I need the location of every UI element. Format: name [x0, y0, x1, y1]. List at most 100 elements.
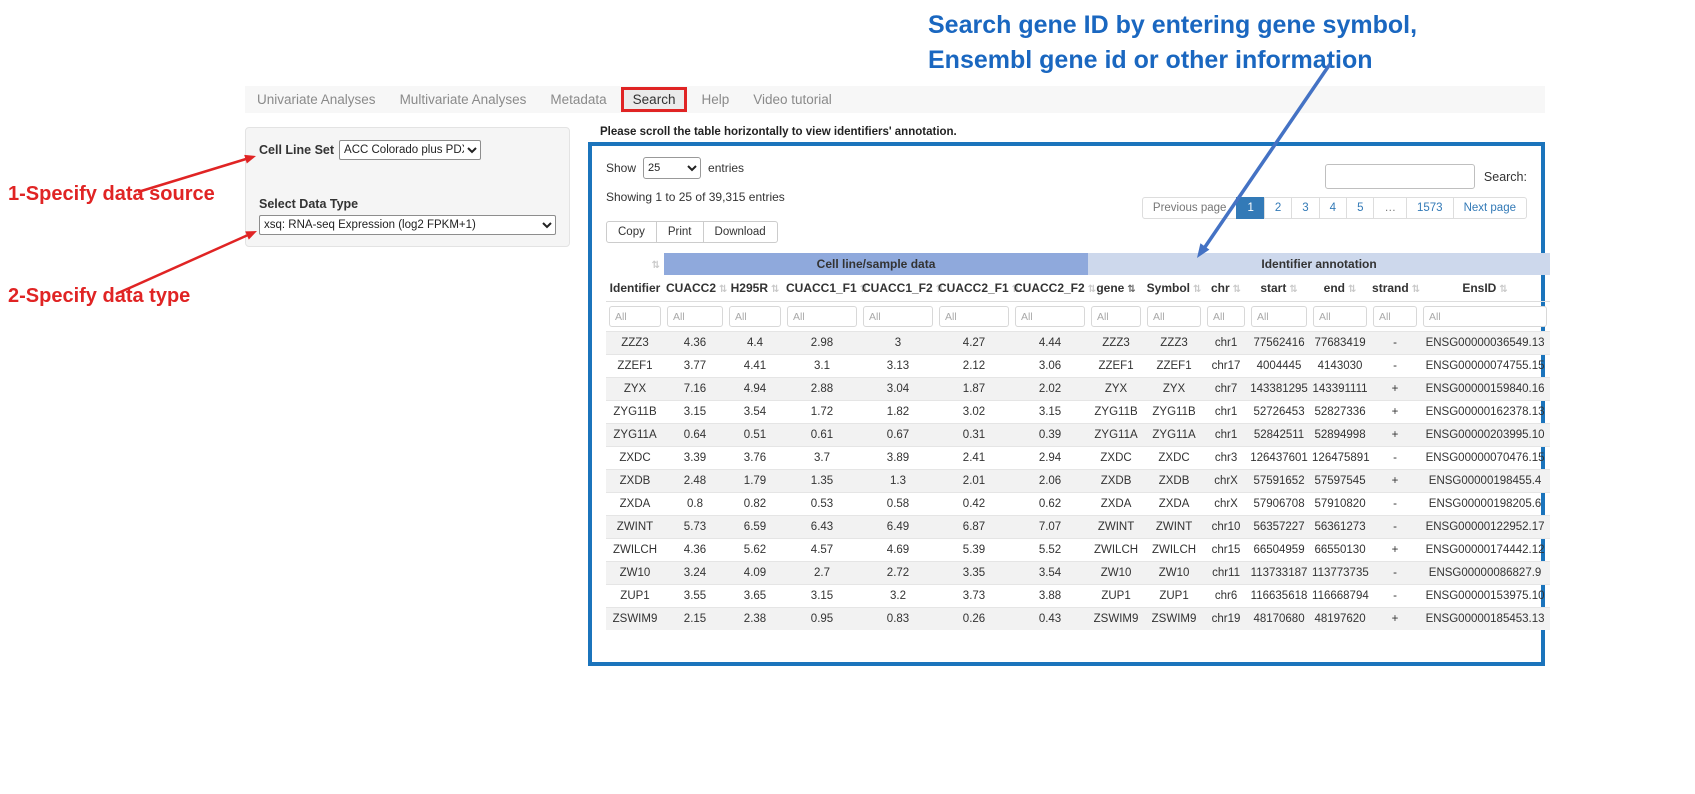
nav-tab-help[interactable]: Help	[689, 87, 741, 112]
filter-input-symbol[interactable]	[1147, 306, 1201, 327]
table-cell: 0.53	[784, 493, 860, 516]
nav-tab-multivariate-analyses[interactable]: Multivariate Analyses	[388, 87, 539, 112]
download-button[interactable]: Download	[703, 221, 778, 243]
page-button-4[interactable]: 4	[1319, 197, 1347, 219]
filter-input-chr[interactable]	[1207, 306, 1245, 327]
column-header-end[interactable]: end⇅	[1310, 275, 1370, 302]
table-row-zyg11a[interactable]: ZYG11A0.640.510.610.670.310.39ZYG11AZYG1…	[606, 424, 1550, 447]
column-header-cuacc1-f1[interactable]: CUACC1_F1⇅	[784, 275, 860, 302]
column-header-symbol[interactable]: Symbol⇅	[1144, 275, 1204, 302]
table-row-zxdc[interactable]: ZXDC3.393.763.73.892.412.94ZXDCZXDCchr31…	[606, 447, 1550, 470]
table-cell: ENSG00000070476.15	[1420, 447, 1550, 470]
print-button[interactable]: Print	[656, 221, 704, 243]
table-cell: 3.39	[664, 447, 726, 470]
column-header-strand[interactable]: strand⇅	[1370, 275, 1420, 302]
table-search-input[interactable]	[1325, 164, 1475, 189]
column-header-start[interactable]: start⇅	[1248, 275, 1310, 302]
filter-input-cuacc2-f2[interactable]	[1015, 306, 1085, 327]
filter-input-start[interactable]	[1251, 306, 1307, 327]
filter-input-gene[interactable]	[1091, 306, 1141, 327]
table-row-zzef1[interactable]: ZZEF13.774.413.13.132.123.06ZZEF1ZZEF1ch…	[606, 355, 1550, 378]
table-row-zzz3[interactable]: ZZZ34.364.42.9834.274.44ZZZ3ZZZ3chr17756…	[606, 332, 1550, 355]
table-cell: chr3	[1204, 447, 1248, 470]
table-cell: 7.07	[1012, 516, 1088, 539]
column-header-h295r[interactable]: H295R⇅	[726, 275, 784, 302]
cell-line-set-select[interactable]: ACC Colorado plus PDX	[339, 140, 481, 160]
page-length-select[interactable]: 25	[643, 157, 701, 179]
page-button-2[interactable]: 2	[1264, 197, 1292, 219]
page-button-5[interactable]: 5	[1346, 197, 1374, 219]
table-row-zup1[interactable]: ZUP13.553.653.153.23.733.88ZUP1ZUP1chr61…	[606, 585, 1550, 608]
column-header-cuacc2-f2[interactable]: CUACC2_F2⇅	[1012, 275, 1088, 302]
data-type-select[interactable]: xsq: RNA-seq Expression (log2 FPKM+1)	[259, 215, 556, 235]
filter-input-cuacc1-f1[interactable]	[787, 306, 857, 327]
table-cell: 0.64	[664, 424, 726, 447]
table-cell: 4.36	[664, 332, 726, 355]
filter-input-identifier[interactable]	[609, 306, 661, 327]
table-cell: 6.59	[726, 516, 784, 539]
table-cell: 3.73	[936, 585, 1012, 608]
table-row-zxda[interactable]: ZXDA0.80.820.530.580.420.62ZXDAZXDAchrX5…	[606, 493, 1550, 516]
filter-cell-start	[1248, 302, 1310, 332]
nav-tab-video-tutorial[interactable]: Video tutorial	[741, 87, 844, 112]
table-cell: chr19	[1204, 608, 1248, 631]
table-cell: ZXDB	[1088, 470, 1144, 493]
table-cell: 2.02	[1012, 378, 1088, 401]
sort-icon: ⇅	[1193, 284, 1201, 295]
table-cell: 0.82	[726, 493, 784, 516]
column-header-cuacc1-f2[interactable]: CUACC1_F2⇅	[860, 275, 936, 302]
table-cell: ZYG11A	[1088, 424, 1144, 447]
filter-input-ensid[interactable]	[1423, 306, 1547, 327]
table-cell: chrX	[1204, 470, 1248, 493]
table-cell: chr10	[1204, 516, 1248, 539]
filter-input-end[interactable]	[1313, 306, 1367, 327]
table-row-zyg11b[interactable]: ZYG11B3.153.541.721.823.023.15ZYG11BZYG1…	[606, 401, 1550, 424]
table-row-zw10[interactable]: ZW103.244.092.72.723.353.54ZW10ZW10chr11…	[606, 562, 1550, 585]
copy-button[interactable]: Copy	[606, 221, 657, 243]
nav-tab-search[interactable]: Search	[621, 87, 688, 112]
table-cell: 3.06	[1012, 355, 1088, 378]
filter-input-h295r[interactable]	[729, 306, 781, 327]
table-cell: 0.61	[784, 424, 860, 447]
table-row-zswim9[interactable]: ZSWIM92.152.380.950.830.260.43ZSWIM9ZSWI…	[606, 608, 1550, 631]
page-button-3[interactable]: 3	[1291, 197, 1319, 219]
previous-page-button[interactable]: Previous page	[1142, 197, 1238, 219]
filter-input-cuacc2-f1[interactable]	[939, 306, 1009, 327]
nav-tab-metadata[interactable]: Metadata	[538, 87, 618, 112]
group-header-row: ⇅Cell line/sample dataIdentifier annotat…	[606, 253, 1550, 275]
group-header-identifier-annotation: Identifier annotation	[1088, 253, 1550, 275]
table-cell: -	[1370, 447, 1420, 470]
pagination: Previous page12345…1573Next page	[1142, 197, 1527, 219]
column-header-cuacc2-f1[interactable]: CUACC2_F1⇅	[936, 275, 1012, 302]
page-button-1573[interactable]: 1573	[1406, 197, 1454, 219]
column-header-cuacc2[interactable]: CUACC2⇅	[664, 275, 726, 302]
table-cell: 57910820	[1310, 493, 1370, 516]
sort-icon: ⇅	[771, 284, 779, 295]
filter-input-cuacc2[interactable]	[667, 306, 723, 327]
group-header-cell-line-sample-data: Cell line/sample data	[664, 253, 1088, 275]
next-page-button[interactable]: Next page	[1453, 197, 1527, 219]
filter-cell-chr	[1204, 302, 1248, 332]
column-label: CUACC1_F2	[862, 281, 933, 295]
column-header-ensid[interactable]: EnsID⇅	[1420, 275, 1550, 302]
table-cell: ZWILCH	[1144, 539, 1204, 562]
column-label: start	[1260, 281, 1286, 295]
table-row-zwint[interactable]: ZWINT5.736.596.436.496.877.07ZWINTZWINTc…	[606, 516, 1550, 539]
table-cell: 1.35	[784, 470, 860, 493]
table-row-zwilch[interactable]: ZWILCH4.365.624.574.695.395.52ZWILCHZWIL…	[606, 539, 1550, 562]
nav-tab-univariate-analyses[interactable]: Univariate Analyses	[245, 87, 388, 112]
page-button-1[interactable]: 1	[1236, 197, 1264, 219]
table-row-zyx[interactable]: ZYX7.164.942.883.041.872.02ZYXZYXchr7143…	[606, 378, 1550, 401]
table-cell: 2.72	[860, 562, 936, 585]
table-cell: 1.87	[936, 378, 1012, 401]
table-cell: 3.54	[1012, 562, 1088, 585]
table-cell: ZW10	[1144, 562, 1204, 585]
column-header-chr[interactable]: chr⇅	[1204, 275, 1248, 302]
table-cell: 48170680	[1248, 608, 1310, 631]
filter-input-cuacc1-f2[interactable]	[863, 306, 933, 327]
filter-input-strand[interactable]	[1373, 306, 1417, 327]
table-cell: 57591652	[1248, 470, 1310, 493]
table-cell: ENSG00000153975.10	[1420, 585, 1550, 608]
column-header-gene[interactable]: gene⇅	[1088, 275, 1144, 302]
table-row-zxdb[interactable]: ZXDB2.481.791.351.32.012.06ZXDBZXDBchrX5…	[606, 470, 1550, 493]
